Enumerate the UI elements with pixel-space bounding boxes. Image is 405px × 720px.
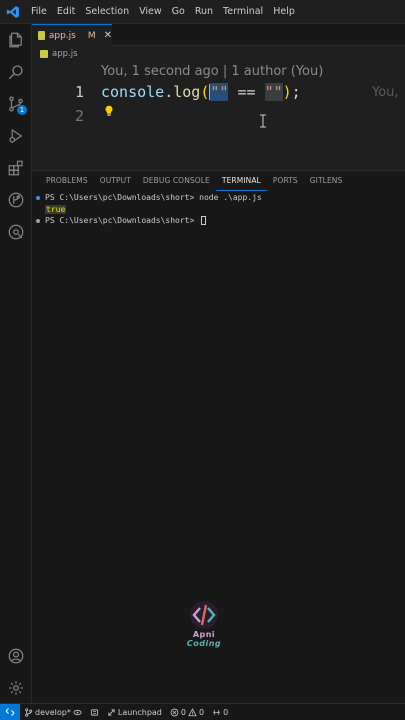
remote-explorer-icon[interactable]	[4, 220, 28, 244]
ports-count: 0	[223, 707, 229, 717]
remote-icon[interactable]	[0, 703, 20, 720]
launchpad-icon	[108, 708, 115, 716]
run-debug-icon[interactable]	[4, 124, 28, 148]
javascript-file-icon	[40, 50, 48, 58]
code-editor[interactable]: You, 1 second ago | 1 author (You) 1 2 c…	[32, 62, 405, 170]
code-string-left: ""	[210, 83, 229, 101]
sync-status[interactable]	[86, 708, 103, 717]
menu-edit[interactable]: Edit	[52, 0, 80, 24]
line-number: 1	[74, 83, 84, 101]
terminal-prompt-text: PS C:\Users\pc\Downloads\short>	[45, 216, 200, 225]
menu-file[interactable]: File	[26, 0, 52, 24]
terminal-prompt-line: PS C:\Users\pc\Downloads\short>	[36, 216, 207, 225]
search-icon[interactable]	[4, 60, 28, 84]
branch-icon	[25, 707, 33, 717]
code-operator: ==	[228, 83, 265, 101]
code-dot: .	[164, 83, 174, 101]
modified-indicator: M	[87, 30, 96, 41]
watermark-line-2: Coding	[186, 639, 222, 648]
terminal-cursor	[201, 216, 207, 225]
gitlens-icon[interactable]	[4, 188, 28, 212]
breadcrumb: app.js	[40, 47, 78, 61]
code-line-1[interactable]: console.log("" == "");	[101, 83, 301, 101]
inline-blame: You,	[372, 85, 399, 100]
close-icon[interactable]: ✕	[104, 30, 112, 41]
tab-ports[interactable]: PORTS	[267, 171, 304, 191]
tab-debug-console[interactable]: DEBUG CONSOLE	[137, 171, 216, 191]
explorer-icon[interactable]	[4, 28, 28, 52]
command-success-icon	[36, 195, 40, 200]
channel-watermark: Apni Coding	[182, 600, 226, 656]
code-open-paren: (	[200, 83, 210, 101]
line-number: 2	[74, 107, 84, 125]
watermark-line-1: Apni	[192, 630, 216, 639]
tab-app-js[interactable]: app.js M ✕	[32, 24, 112, 46]
editor-tab-bar: app.js M ✕	[32, 24, 405, 46]
tab-problems[interactable]: PROBLEMS	[40, 171, 94, 191]
breadcrumb-file[interactable]: app.js	[52, 49, 78, 59]
ports-status[interactable]: 0	[208, 708, 232, 717]
codelens-authors[interactable]: You, 1 second ago | 1 author (You)	[101, 64, 323, 79]
launchpad-label: Launchpad	[117, 707, 162, 717]
lightbulb-icon[interactable]	[104, 105, 114, 117]
extensions-icon[interactable]	[4, 156, 28, 180]
code-object: console	[101, 83, 165, 101]
apni-coding-logo-icon	[190, 601, 218, 629]
code-semicolon: ;	[291, 83, 301, 101]
tab-terminal[interactable]: TERMINAL	[215, 171, 267, 191]
tab-label: app.js	[48, 30, 76, 41]
activity-bar: 1	[0, 24, 32, 703]
code-string-right: ""	[264, 83, 283, 101]
account-icon[interactable]	[4, 644, 28, 668]
terminal-output: true	[45, 205, 67, 214]
code-method: log	[173, 83, 201, 101]
menu-go[interactable]: Go	[167, 0, 190, 24]
source-control-badge: 1	[17, 105, 27, 115]
menu-terminal[interactable]: Terminal	[218, 0, 268, 24]
menu-view[interactable]: View	[134, 0, 167, 24]
error-count: 0	[180, 707, 186, 717]
status-bar: develop* Launchpad 0 0 0	[0, 703, 405, 720]
error-icon	[170, 708, 179, 716]
tab-output[interactable]: OUTPUT	[94, 171, 137, 191]
mouse-ibeam-icon	[260, 114, 266, 128]
source-control-icon[interactable]: 1	[4, 92, 28, 116]
menu-selection[interactable]: Selection	[80, 0, 134, 24]
terminal-command-line: PS C:\Users\pc\Downloads\short> node .\a…	[36, 193, 262, 202]
launchpad-status[interactable]: Launchpad	[103, 708, 166, 717]
javascript-file-icon	[38, 31, 45, 40]
command-pending-icon	[36, 218, 40, 223]
problems-status[interactable]: 0 0	[166, 708, 208, 717]
menu-run[interactable]: Run	[190, 0, 218, 24]
settings-gear-icon[interactable]	[4, 676, 28, 700]
terminal-command-text: PS C:\Users\pc\Downloads\short> node .\a…	[45, 193, 262, 202]
warning-icon	[188, 707, 197, 716]
code-close-paren: )	[282, 83, 292, 101]
vscode-logo-icon	[0, 0, 26, 24]
panel-tabs: PROBLEMS OUTPUT DEBUG CONSOLE TERMINAL P…	[32, 171, 405, 191]
menu-help[interactable]: Help	[268, 0, 300, 24]
tab-gitlens[interactable]: GITLENS	[304, 171, 349, 191]
ports-icon	[213, 709, 220, 715]
branch-name: develop*	[35, 707, 71, 717]
sync-icon	[90, 708, 98, 716]
menu-bar: File Edit Selection View Go Run Terminal…	[0, 0, 405, 24]
warning-count: 0	[198, 707, 205, 717]
branch-status[interactable]: develop*	[20, 708, 86, 717]
eye-icon	[73, 709, 82, 715]
